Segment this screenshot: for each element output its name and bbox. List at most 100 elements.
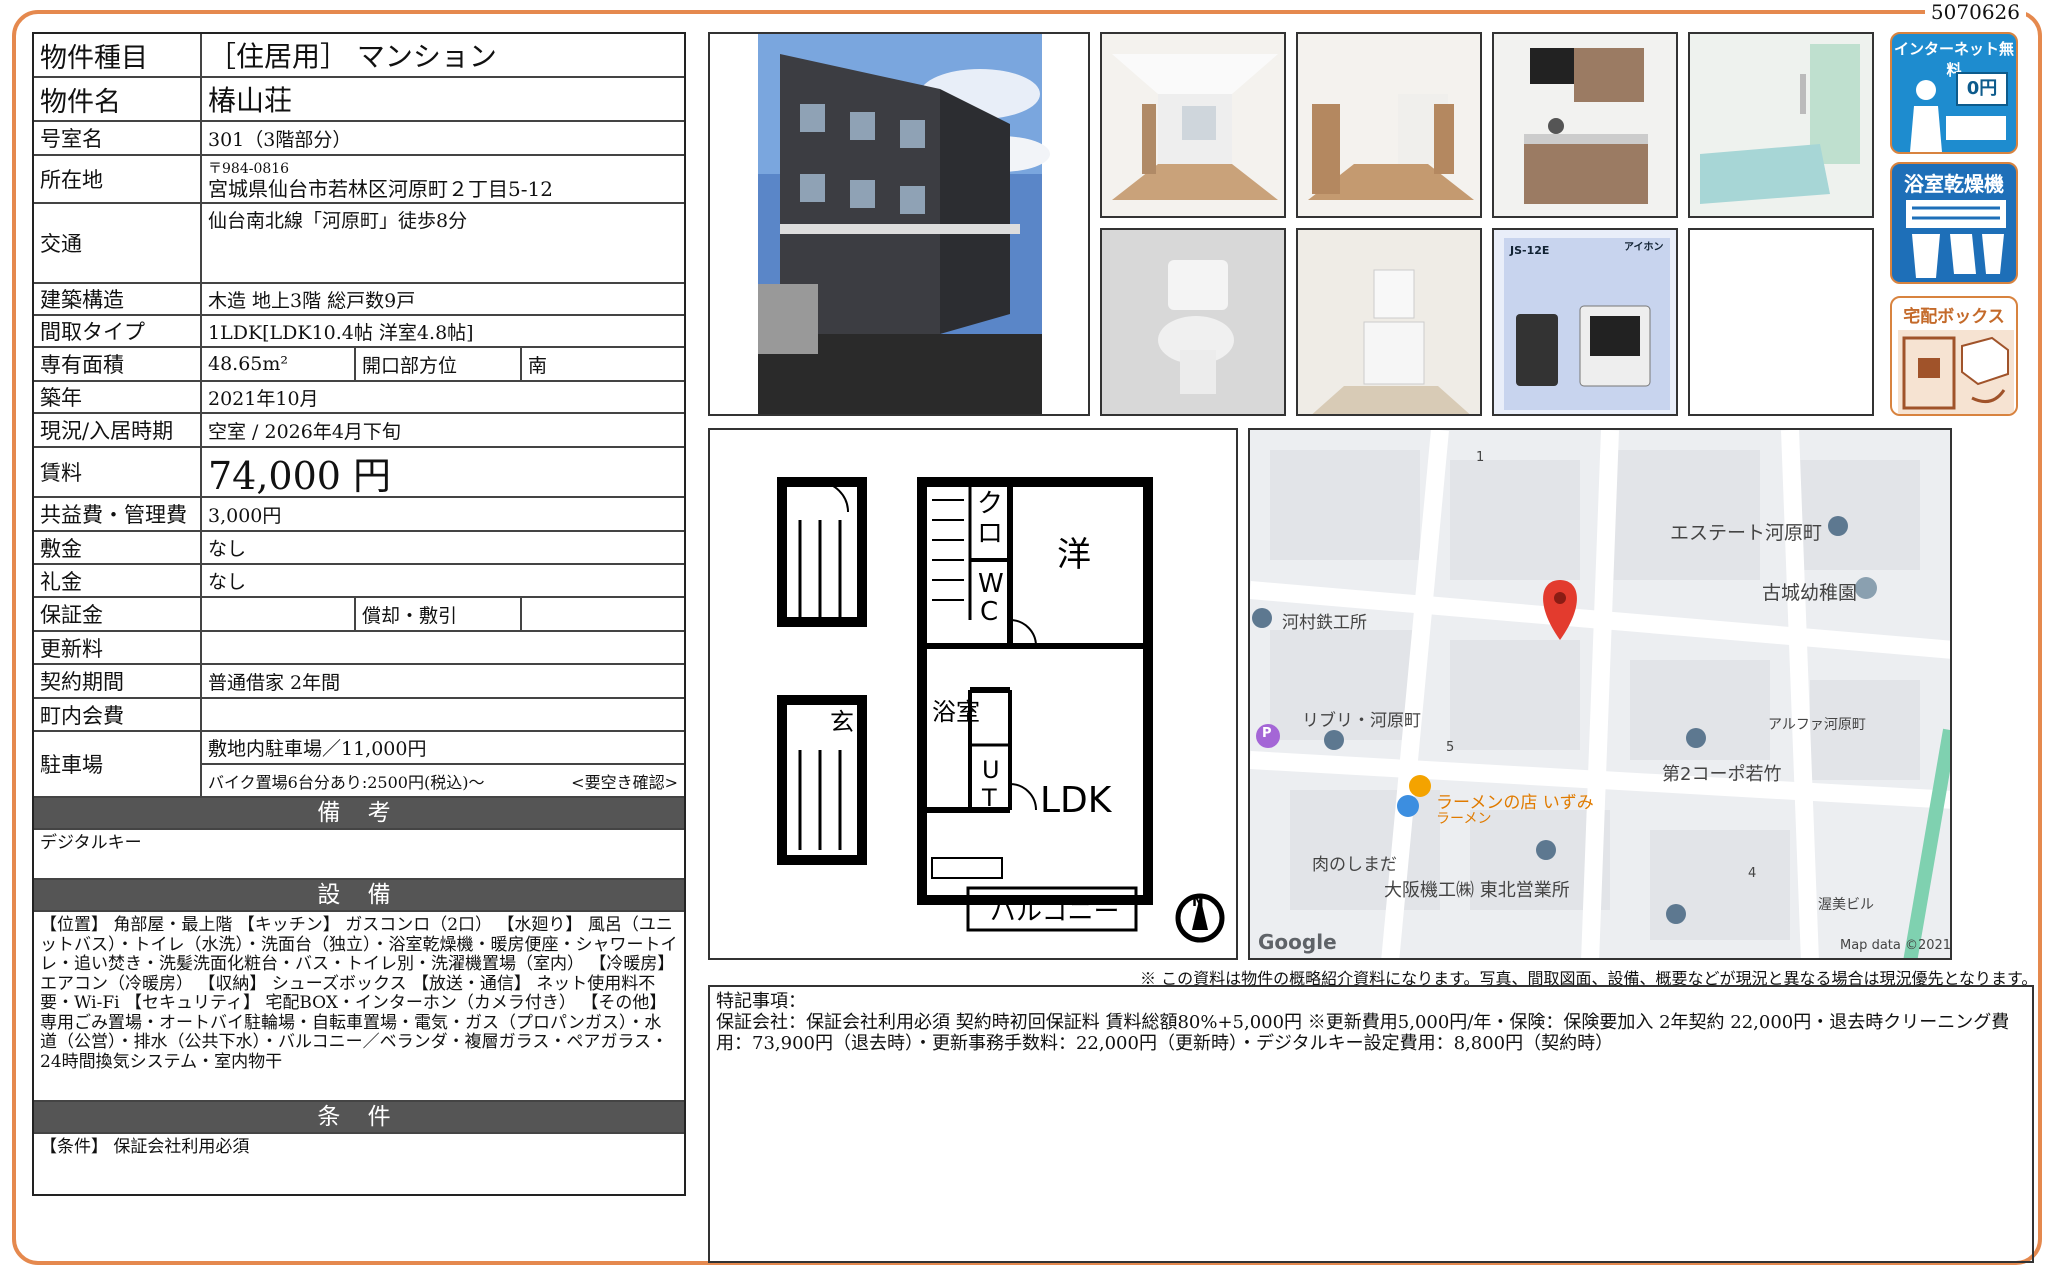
renewal-label: 更新料	[34, 632, 202, 663]
rent-value: 74,000 円	[208, 453, 392, 498]
guarantee-value	[202, 598, 354, 630]
interior-photo-1	[1100, 32, 1286, 218]
status-value: 空室 / 2026年4月下旬	[208, 420, 401, 443]
washbasin-photo	[1296, 228, 1482, 416]
parking-bike: バイク置場6台分あり:2500円(税込)～	[208, 772, 485, 792]
address-text: 宮城県仙台市若林区河原町２丁目5-12	[208, 177, 553, 201]
type-value: ［住居用］ マンション	[208, 40, 497, 73]
special-notes: 特記事項： 保証会社：保証会社利用必須 契約時初回保証料 賃料総額80%+5,0…	[708, 985, 2034, 1263]
row-fee: 共益費・管理費 3,000円	[34, 498, 684, 532]
key-money-label: 礼金	[34, 565, 202, 596]
map-parking-icon: P	[1262, 726, 1272, 741]
location-map[interactable]: エステート河原町 古城幼稚園 河村鉄工所 リブリ・河原町 アルファ河原町 第2コ…	[1248, 428, 1952, 960]
map-label-corpo: 第2コーポ若竹	[1662, 764, 1782, 785]
empty-photo-slot	[1688, 228, 1874, 416]
row-renewal: 更新料	[34, 632, 684, 665]
row-layout: 間取タイプ 1LDK[LDK10.4帖 洋室4.8帖]	[34, 316, 684, 348]
room-value: 301（3階部分）	[208, 128, 352, 151]
plan-closet-2: ロ	[977, 519, 1003, 549]
area-value: 48.65m²	[208, 353, 289, 375]
map-label-kawamura: 河村鉄工所	[1282, 613, 1367, 633]
map-label-ramen-sub: ラーメン	[1436, 811, 1492, 827]
bath-dryer-badge: 浴室乾燥機	[1890, 162, 2018, 284]
layout-value: 1LDK[LDK10.4帖 洋室4.8帖]	[208, 321, 474, 344]
guarantee-label: 保証金	[34, 598, 202, 630]
map-streets	[1250, 430, 1950, 958]
bathroom-photo	[1688, 32, 1874, 218]
contract-value: 普通借家 2年間	[208, 671, 341, 694]
row-traffic: 交通 仙台南北線「河原町」徒歩8分	[34, 204, 684, 284]
map-block-1: 1	[1476, 450, 1485, 465]
equipment-header: 設 備	[34, 880, 684, 912]
remarks-text: デジタルキー	[34, 830, 684, 880]
structure-label: 建築構造	[34, 284, 202, 314]
town-label: 町内会費	[34, 699, 202, 730]
parking-value-2: バイク置場6台分あり:2500円(税込)～ <要空き確認>	[202, 765, 684, 796]
row-status: 現況/入居時期 空室 / 2026年4月下旬	[34, 414, 684, 448]
rent-label: 賃料	[34, 448, 202, 496]
plan-entrance: 玄	[830, 708, 854, 736]
exterior-photo	[708, 32, 1090, 416]
contract-label: 契約期間	[34, 665, 202, 697]
address-label: 所在地	[34, 156, 202, 202]
row-type: 物件種目 ［住居用］ マンション	[34, 34, 684, 78]
map-label-butcher: 肉のしまだ	[1312, 855, 1397, 875]
map-label-kindergarten: 古城幼稚園	[1762, 582, 1858, 604]
row-town-fee: 町内会費	[34, 699, 684, 732]
kitchen-photo	[1492, 32, 1678, 218]
traffic-label: 交通	[34, 204, 202, 282]
row-built: 築年 2021年10月	[34, 382, 684, 414]
deposit-label: 敷金	[34, 532, 202, 563]
type-label: 物件種目	[34, 34, 202, 76]
deposit-value: なし	[208, 538, 247, 560]
address-value: 〒984-0816 宮城県仙台市若林区河原町２丁目5-12	[202, 156, 684, 202]
traffic-value: 仙台南北線「河原町」徒歩8分	[208, 210, 468, 232]
floor-plan: ク ロ 洋 W C 浴室 U T LDK バルコニー 玄 N	[708, 428, 1238, 960]
plan-closet-1: ク	[977, 489, 1003, 519]
plan-ldk: LDK	[1040, 780, 1113, 821]
direction-label: 開口部方位	[354, 348, 520, 380]
row-area: 専有面積 48.65m² 開口部方位 南	[34, 348, 684, 382]
north-arrow: N	[1192, 894, 1204, 910]
amort-value	[520, 598, 684, 630]
row-structure: 建築構造 木造 地上3階 総戸数9戸	[34, 284, 684, 316]
plan-western-room: 洋	[1057, 535, 1091, 575]
key-money-value: なし	[208, 571, 247, 593]
document-id: 5070626	[1924, 0, 2026, 24]
plan-wc-1: W	[978, 569, 1004, 599]
delivery-box-badge: 宅配ボックス	[1890, 296, 2018, 416]
renewal-value	[202, 632, 684, 663]
map-block-4: 4	[1748, 866, 1757, 881]
row-deposit: 敷金 なし	[34, 532, 684, 565]
parking-label: 駐車場	[34, 732, 202, 796]
conditions-header: 条 件	[34, 1102, 684, 1134]
delivery-box-icon	[1898, 330, 2014, 414]
intercom-brand: アイホン	[1624, 241, 1664, 253]
map-label-osaka-kiko: 大阪機工㈱ 東北営業所	[1384, 880, 1570, 901]
plan-balcony: バルコニー	[990, 897, 1119, 927]
special-notes-title: 特記事項：	[716, 991, 806, 1012]
row-room: 号室名 301（3階部分）	[34, 122, 684, 156]
fee-value: 3,000円	[208, 504, 282, 527]
person-icon	[1910, 80, 2006, 152]
property-table: 物件種目 ［住居用］ マンション 物件名 椿山荘 号室名 301（3階部分） 所…	[32, 32, 686, 1196]
built-label: 築年	[34, 382, 202, 412]
row-contract: 契約期間 普通借家 2年間	[34, 665, 684, 699]
row-address: 所在地 〒984-0816 宮城県仙台市若林区河原町２丁目5-12	[34, 156, 684, 204]
row-guarantee: 保証金 償却・敷引	[34, 598, 684, 632]
map-label-ribli: リブリ・河原町	[1302, 711, 1421, 731]
google-logo: Google	[1258, 930, 1337, 954]
layout-label: 間取タイプ	[34, 316, 202, 346]
special-notes-body: 保証会社：保証会社利用必須 契約時初回保証料 賃料総額80%+5,000円 ※更…	[716, 1012, 2010, 1054]
intercom-model: JS-12E	[1509, 244, 1549, 257]
bath-dryer-icon	[1906, 200, 2006, 278]
name-label: 物件名	[34, 78, 202, 120]
fee-label: 共益費・管理費	[34, 498, 202, 530]
plan-ut-2: T	[981, 784, 997, 812]
plan-wc-2: C	[980, 597, 998, 627]
row-parking: 駐車場 敷地内駐車場／11,000円 バイク置場6台分あり:2500円(税込)～…	[34, 732, 684, 798]
internet-free-badge: インターネット無料 0円	[1890, 32, 2018, 154]
interior-photo-2	[1296, 32, 1482, 218]
amort-label: 償却・敷引	[354, 598, 520, 630]
conditions-text: 【条件】 保証会社利用必須	[40, 1137, 250, 1157]
